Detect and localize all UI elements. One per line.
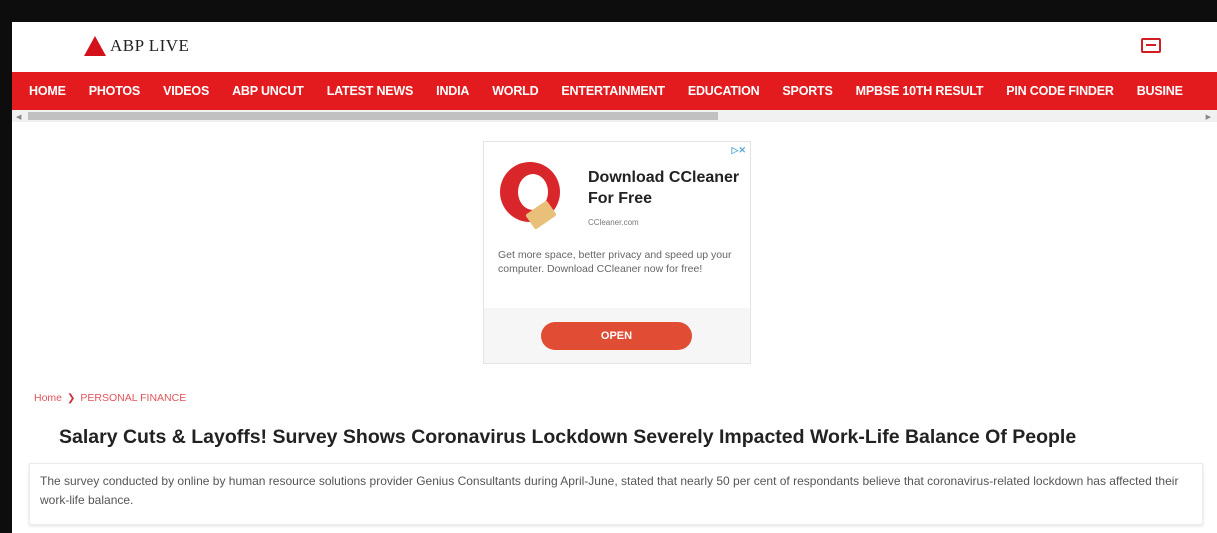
ccleaner-logo-icon xyxy=(500,162,560,230)
chevron-right-icon: ❯ xyxy=(67,392,76,404)
ad-body: Get more space, better privacy and speed… xyxy=(498,249,732,275)
ad-title[interactable]: Download CCleaner For Free xyxy=(588,167,748,209)
live-tv-icon[interactable] xyxy=(1141,38,1161,53)
article-headline: Salary Cuts & Layoffs! Survey Shows Coro… xyxy=(59,426,1077,448)
nav-item-mpbse-result[interactable]: MPBSE 10TH RESULT xyxy=(856,84,984,98)
ad-open-button[interactable]: OPEN xyxy=(541,322,692,350)
scroll-left-icon[interactable]: ◀ xyxy=(16,113,21,121)
nav-item-photos[interactable]: PHOTOS xyxy=(89,84,141,98)
abp-live-logo[interactable]: ABP LIVE xyxy=(84,36,189,56)
nav-item-world[interactable]: WORLD xyxy=(492,84,538,98)
nav-item-education[interactable]: EDUCATION xyxy=(688,84,760,98)
scroll-right-icon[interactable]: ▶ xyxy=(1206,113,1211,121)
nav-item-latest-news[interactable]: LATEST NEWS xyxy=(327,84,414,98)
brush-icon xyxy=(525,200,557,230)
nav-item-pin-code-finder[interactable]: PIN CODE FINDER xyxy=(1006,84,1114,98)
nav-item-home[interactable]: HOME xyxy=(29,84,66,98)
breadcrumb-home[interactable]: Home xyxy=(34,392,62,404)
window-frame-top xyxy=(0,0,1217,22)
nav-item-sports[interactable]: SPORTS xyxy=(782,84,832,98)
nav-item-india[interactable]: INDIA xyxy=(436,84,469,98)
nav-item-abp-uncut[interactable]: ABP UNCUT xyxy=(232,84,304,98)
nav-item-videos[interactable]: VIDEOS xyxy=(163,84,209,98)
page: ABP LIVE HOME PHOTOS VIDEOS ABP UNCUT LA… xyxy=(12,22,1217,533)
breadcrumb-section[interactable]: PERSONAL FINANCE xyxy=(80,392,186,404)
ad-url: CCleaner.com xyxy=(588,218,639,227)
logo-text: ABP LIVE xyxy=(110,36,190,55)
logo-triangle-icon xyxy=(84,36,106,56)
scrollbar-thumb[interactable] xyxy=(28,112,718,120)
main-nav: HOME PHOTOS VIDEOS ABP UNCUT LATEST NEWS… xyxy=(12,72,1217,110)
site-header: ABP LIVE xyxy=(12,22,1217,72)
ad-banner[interactable]: ▷✕ Download CCleaner For Free CCleaner.c… xyxy=(483,141,751,364)
nav-horizontal-scrollbar[interactable]: ◀ ▶ xyxy=(12,110,1217,122)
window-frame-left xyxy=(0,0,12,533)
article-summary: The survey conducted by online by human … xyxy=(29,463,1203,525)
nav-item-business[interactable]: BUSINE xyxy=(1137,84,1183,98)
breadcrumb: Home ❯ PERSONAL FINANCE xyxy=(34,392,186,404)
ad-choices-icon[interactable]: ▷✕ xyxy=(732,145,746,156)
nav-item-entertainment[interactable]: ENTERTAINMENT xyxy=(561,84,665,98)
ad-cta-area: OPEN xyxy=(484,308,750,363)
